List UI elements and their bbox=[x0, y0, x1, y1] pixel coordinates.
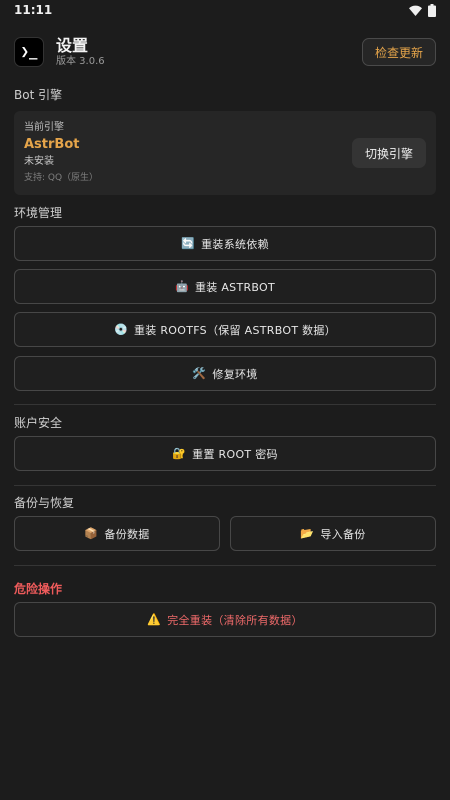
robot-icon: 🤖 bbox=[174, 280, 189, 293]
switch-engine-button[interactable]: 切换引擎 bbox=[351, 138, 426, 168]
refresh-icon: 🔄 bbox=[181, 237, 196, 250]
terminal-app-icon: ❯_ bbox=[14, 37, 44, 67]
divider bbox=[14, 565, 436, 566]
battery-icon bbox=[428, 3, 436, 17]
import-backup-label: 导入备份 bbox=[320, 527, 366, 541]
status-icons bbox=[409, 3, 436, 17]
lock-key-icon: 🔐 bbox=[172, 447, 187, 460]
version-label: 版本 3.0.6 bbox=[56, 56, 105, 67]
danger-section-title: 危险操作 bbox=[14, 582, 63, 596]
divider bbox=[14, 485, 436, 486]
tools-icon: 🛠️ bbox=[192, 367, 207, 380]
repair-environment-label: 修复环境 bbox=[212, 367, 258, 381]
environment-section-title: 环境管理 bbox=[14, 206, 63, 220]
check-update-button[interactable]: 检查更新 bbox=[361, 38, 436, 66]
engine-support: 支持: QQ（原生） bbox=[24, 173, 99, 183]
backup-section-title: 备份与恢复 bbox=[14, 496, 75, 510]
repair-environment-button[interactable]: 🛠️ 修复环境 bbox=[14, 356, 436, 391]
wifi-icon bbox=[409, 5, 422, 16]
reinstall-astrbot-button[interactable]: 🤖 重装 ASTRBOT bbox=[14, 269, 436, 304]
reinstall-rootfs-button[interactable]: 💿 重装 ROOTFS（保留 ASTRBOT 数据） bbox=[14, 312, 436, 347]
full-reinstall-label: 完全重装（清除所有数据） bbox=[167, 613, 303, 627]
package-icon: 📦 bbox=[84, 527, 99, 540]
reinstall-deps-button[interactable]: 🔄 重装系统依赖 bbox=[14, 226, 436, 261]
reset-root-password-label: 重置 ROOT 密码 bbox=[192, 447, 278, 461]
title-block: 设置 版本 3.0.6 bbox=[56, 36, 105, 68]
reinstall-rootfs-label: 重装 ROOTFS（保留 ASTRBOT 数据） bbox=[133, 323, 337, 337]
warning-icon: ⚠️ bbox=[147, 613, 162, 626]
backup-button-row: 📦 备份数据 📂 导入备份 bbox=[14, 516, 436, 551]
disc-icon: 💿 bbox=[113, 323, 128, 336]
reinstall-astrbot-label: 重装 ASTRBOT bbox=[194, 280, 276, 294]
backup-data-button[interactable]: 📦 备份数据 bbox=[14, 516, 220, 551]
bot-engine-section-title: Bot 引擎 bbox=[14, 88, 63, 102]
engine-card: 当前引擎 AstrBot 未安装 支持: QQ（原生） 切换引擎 bbox=[14, 111, 436, 195]
folder-icon: 📂 bbox=[300, 527, 315, 540]
account-section-title: 账户安全 bbox=[14, 416, 63, 430]
divider bbox=[14, 404, 436, 405]
full-reinstall-button[interactable]: ⚠️ 完全重装（清除所有数据） bbox=[14, 602, 436, 637]
status-bar: 11:11 bbox=[0, 0, 450, 20]
backup-data-label: 备份数据 bbox=[104, 527, 150, 541]
import-backup-button[interactable]: 📂 导入备份 bbox=[230, 516, 436, 551]
page-title: 设置 bbox=[56, 36, 89, 55]
current-engine-label: 当前引擎 bbox=[24, 122, 64, 133]
reset-root-password-button[interactable]: 🔐 重置 ROOT 密码 bbox=[14, 436, 436, 471]
status-time: 11:11 bbox=[14, 3, 53, 17]
header: ❯_ 设置 版本 3.0.6 检查更新 bbox=[0, 36, 450, 68]
reinstall-deps-label: 重装系统依赖 bbox=[201, 237, 269, 251]
